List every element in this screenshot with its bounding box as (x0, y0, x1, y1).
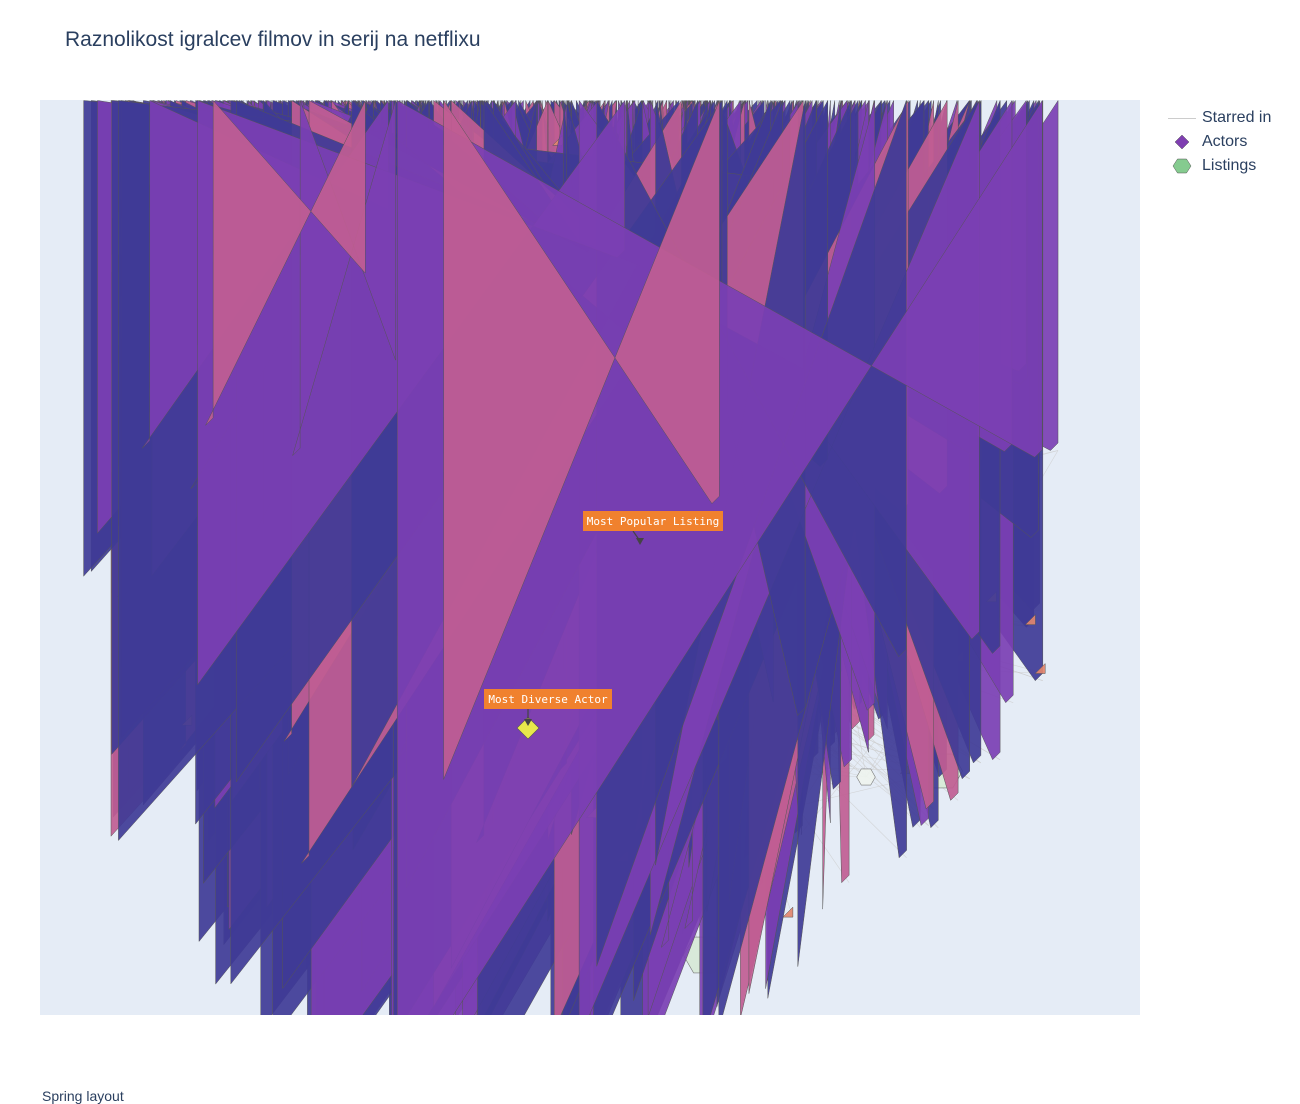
actors-layer (84, 101, 1058, 1016)
hexagon-icon (1166, 156, 1198, 176)
legend-label: Listings (1202, 157, 1256, 175)
chart-title: Raznolikost igralcev filmov in serij na … (65, 28, 481, 52)
network-graph[interactable]: Most Popular Listing Most Diverse Actor (40, 100, 1140, 1015)
annotation-label: Most Popular Listing (587, 515, 719, 528)
annotation-label: Most Diverse Actor (488, 693, 608, 706)
listing-node[interactable] (857, 769, 876, 785)
diamond-icon (1166, 132, 1198, 152)
legend-item-starred-in[interactable]: Starred in (1166, 106, 1271, 130)
legend-item-actors[interactable]: Actors (1166, 130, 1271, 154)
legend[interactable]: Starred in Actors Listings (1166, 106, 1271, 178)
legend-line-icon (1166, 108, 1198, 128)
legend-label: Actors (1202, 133, 1247, 151)
layout-caption: Spring layout (42, 1088, 124, 1104)
legend-item-listings[interactable]: Listings (1166, 154, 1271, 178)
legend-label: Starred in (1202, 109, 1271, 127)
